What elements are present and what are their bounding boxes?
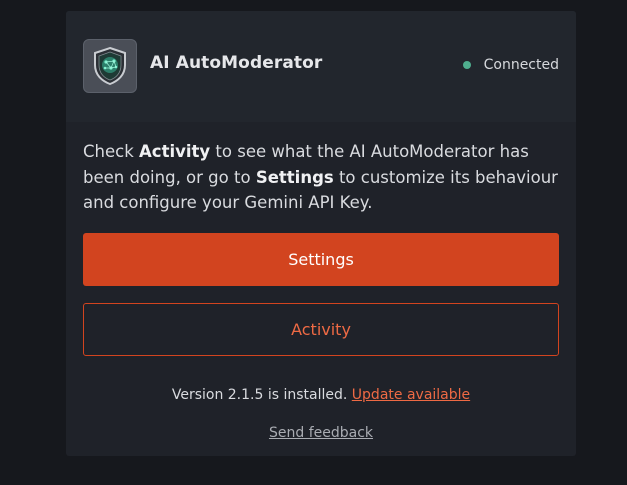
- description-pre: Check: [83, 142, 140, 161]
- shield-brain-icon: [83, 39, 137, 93]
- activity-button[interactable]: Activity: [83, 303, 559, 356]
- feedback-row: Send feedback: [66, 425, 576, 441]
- connection-status: Connected: [462, 57, 559, 73]
- popup-panel: AI AutoModerator Connected Check Activit…: [66, 11, 576, 456]
- header: AI AutoModerator Connected: [66, 11, 576, 122]
- send-feedback-link[interactable]: Send feedback: [269, 425, 373, 441]
- description-settings-word: Settings: [255, 167, 334, 187]
- settings-button[interactable]: Settings: [83, 233, 559, 286]
- app-title: AI AutoModerator: [150, 53, 323, 73]
- description-activity-word: Activity: [139, 142, 211, 161]
- description-text: Check Activity to see what the AI AutoMo…: [83, 139, 563, 216]
- status-dot-icon: [462, 61, 471, 69]
- version-info: Version 2.1.5 is installed. Update avail…: [66, 387, 576, 403]
- version-text: Version 2.1.5 is installed.: [171, 387, 352, 403]
- status-label: Connected: [483, 57, 559, 73]
- update-available-link[interactable]: Update available: [352, 387, 470, 403]
